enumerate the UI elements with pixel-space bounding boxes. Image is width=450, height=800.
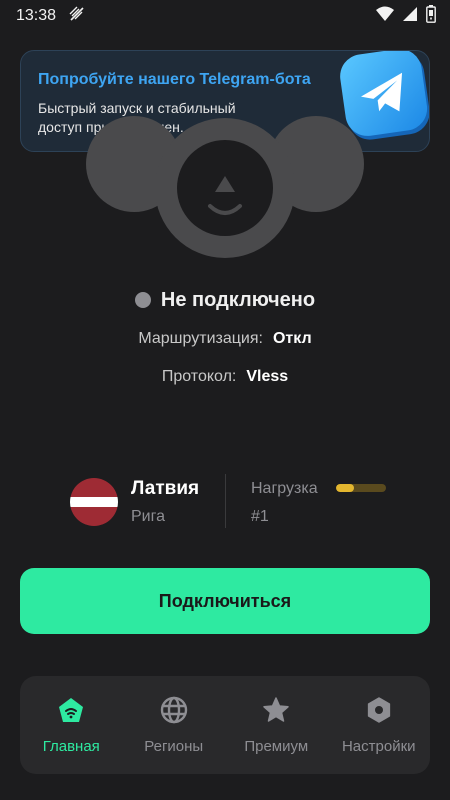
nav-label-settings: Настройки [341, 737, 416, 755]
protocol-row: Протокол: Vless [0, 368, 450, 386]
server-selector[interactable]: Латвия Рига Нагрузка #1 [70, 474, 400, 530]
server-city: Рига [131, 508, 165, 525]
status-text: Не подключено [160, 288, 316, 311]
nav-item-settings[interactable]: Настройки [328, 676, 431, 774]
routing-row: Маршрутизация: Откл [0, 330, 450, 348]
nav-item-regions[interactable]: Регионы [123, 676, 226, 774]
load-bar-fill [336, 484, 354, 492]
nav-label-regions: Регионы [144, 737, 204, 755]
nav-item-premium[interactable]: Премиум [225, 676, 328, 774]
clock: 13:38 [16, 7, 57, 24]
home-icon [57, 696, 85, 724]
wifi-icon [376, 6, 394, 27]
connect-button[interactable]: Подключиться [20, 568, 430, 634]
divider [225, 474, 226, 528]
no-sim-icon [68, 5, 86, 28]
server-country: Латвия [131, 478, 200, 499]
server-number: #1 [251, 508, 269, 525]
signal-icon [402, 6, 418, 27]
nav-label-premium: Премиум [244, 737, 309, 755]
banner-title: Попробуйте нашего Telegram-бота [38, 71, 311, 88]
star-icon [262, 696, 290, 724]
load-bar [336, 484, 386, 492]
protocol-label: Протокол: [161, 368, 237, 385]
status-dot [134, 292, 151, 308]
latvia-flag-icon [70, 478, 118, 526]
status-bar: 13:38 [0, 0, 450, 32]
connection-status: Не подключено [0, 286, 450, 314]
load-label: Нагрузка [251, 480, 318, 497]
routing-value: Откл [272, 330, 312, 347]
protocol-value: Vless [246, 368, 289, 385]
bottom-nav: Главная Регионы Премиум Настройки [20, 676, 430, 774]
settings-icon [365, 696, 393, 724]
nav-item-home[interactable]: Главная [20, 676, 123, 774]
battery-icon [426, 4, 436, 28]
globe-icon [160, 696, 188, 724]
mascot-illustration [86, 98, 364, 258]
nav-label-home: Главная [42, 737, 100, 755]
routing-label: Маршрутизация: [138, 330, 263, 347]
